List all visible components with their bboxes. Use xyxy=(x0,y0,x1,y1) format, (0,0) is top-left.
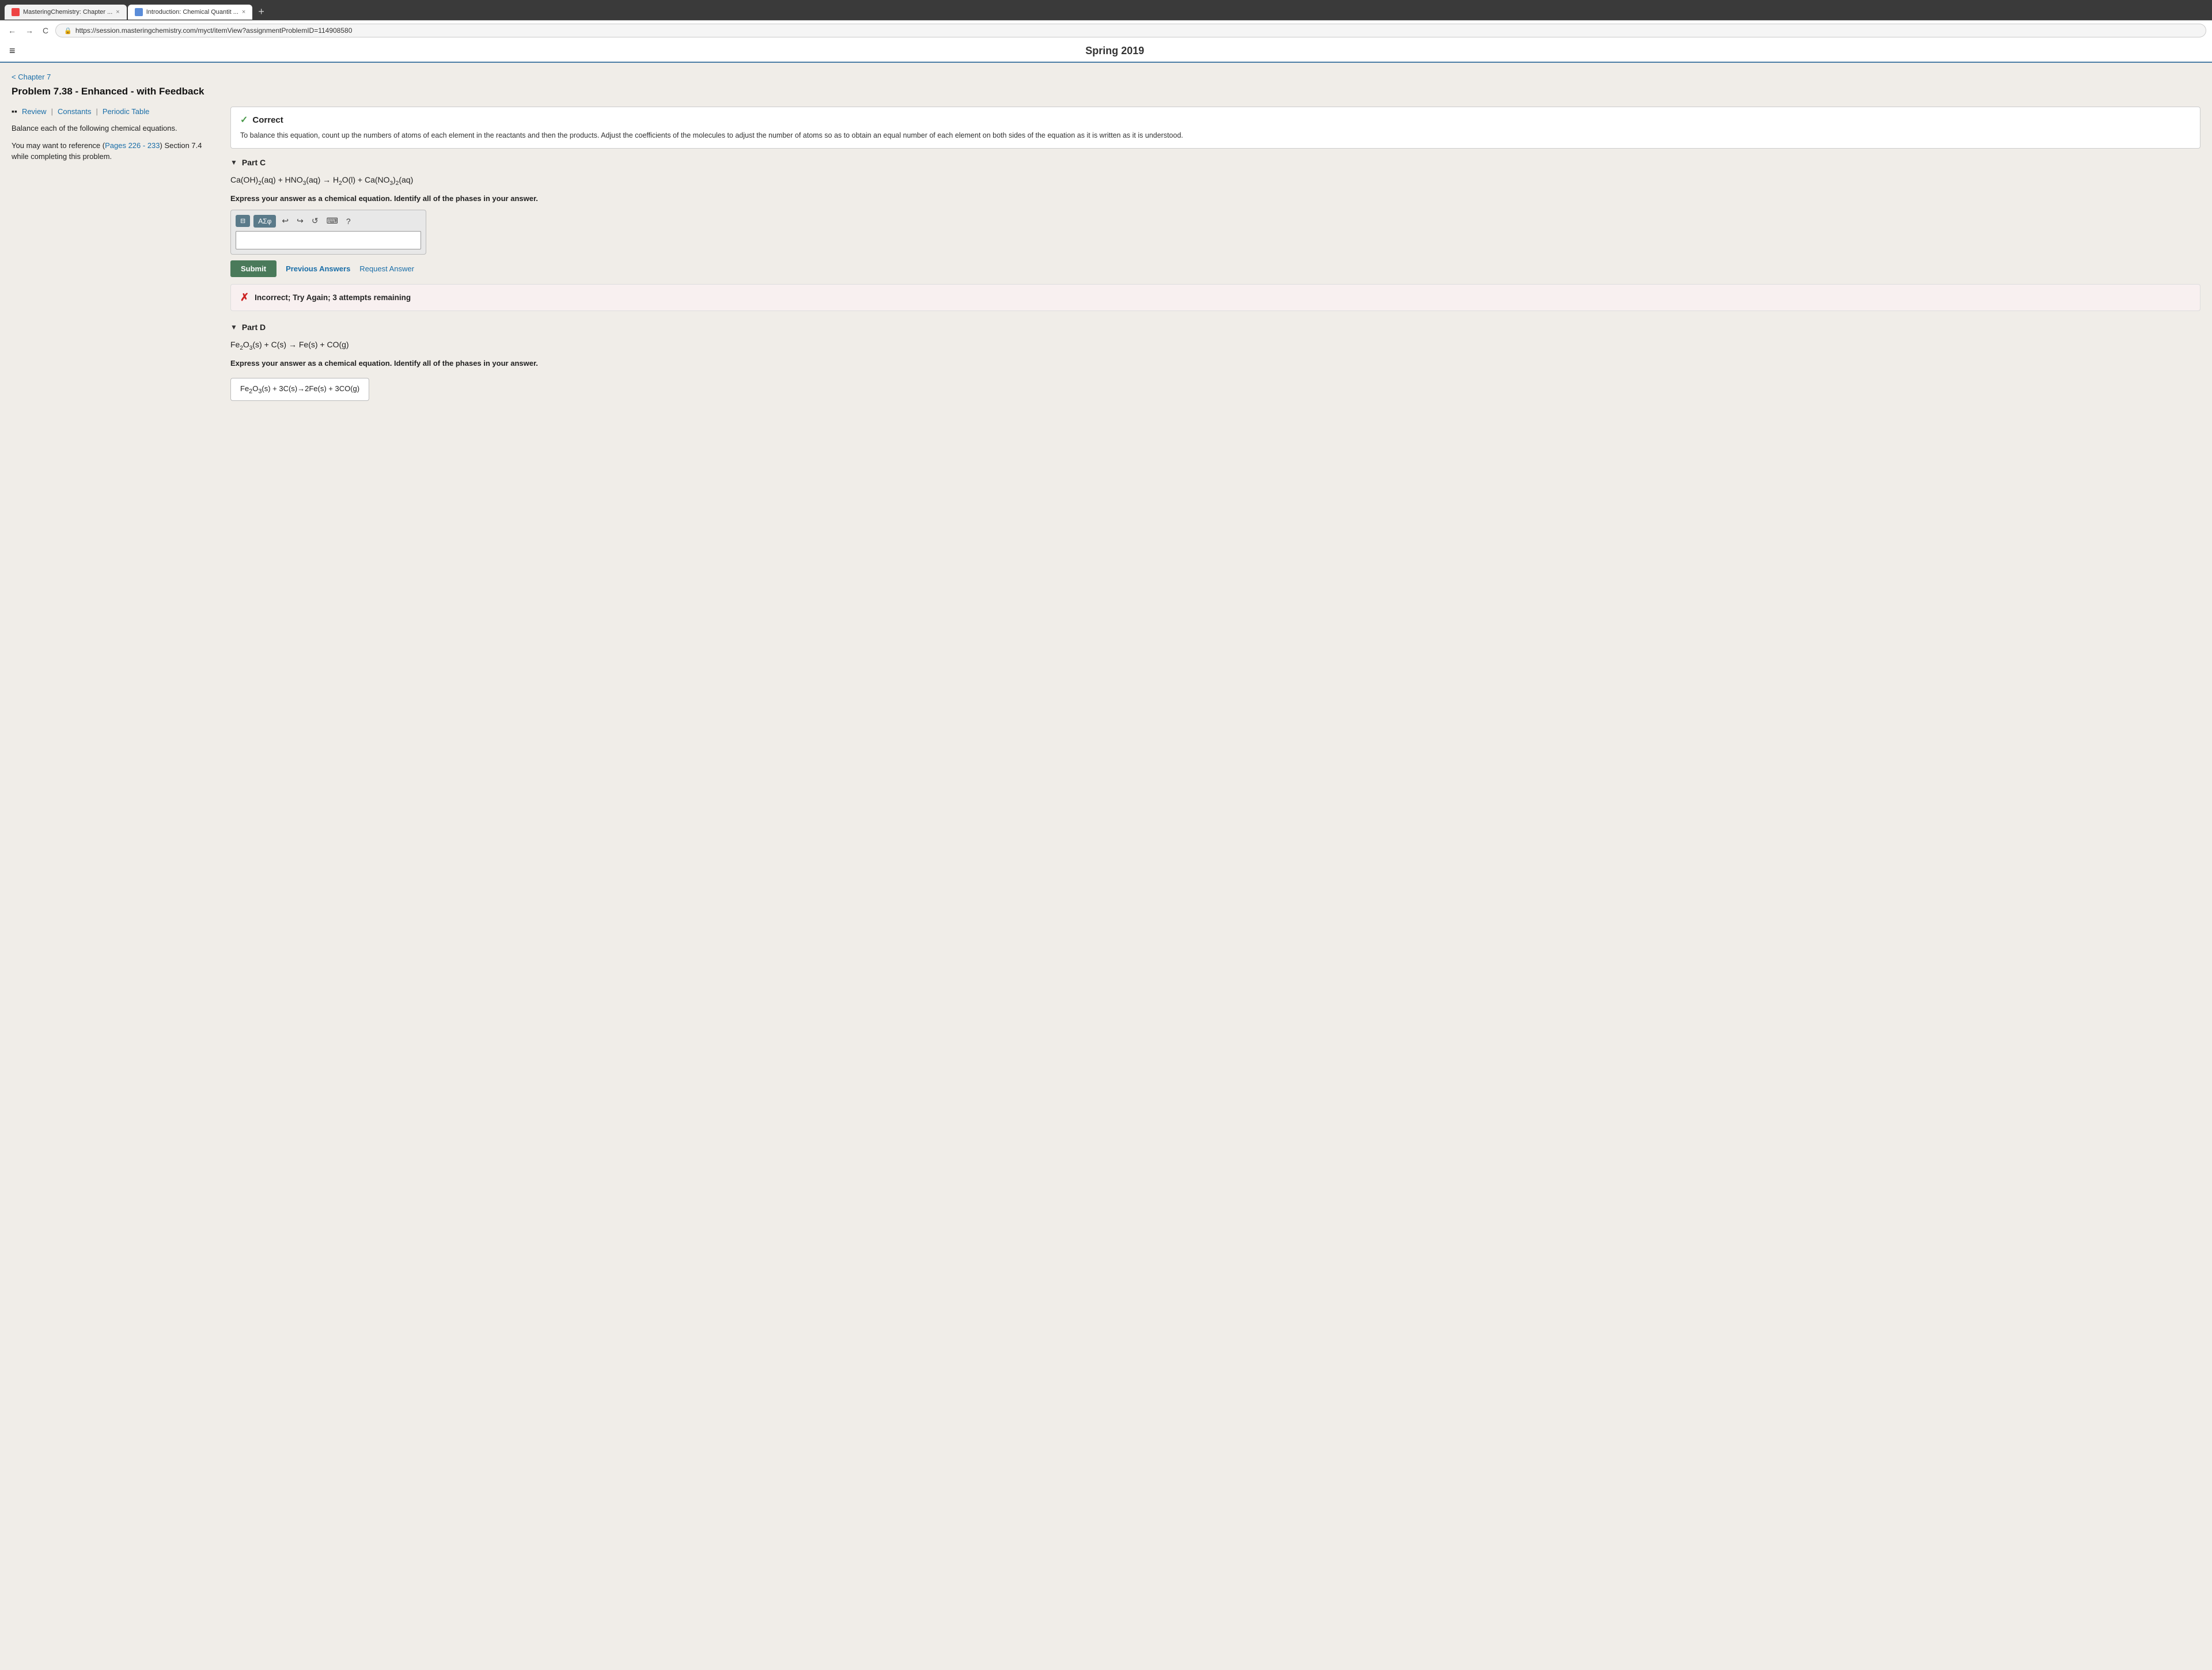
menu-bar: ≡ Spring 2019 xyxy=(0,40,2212,63)
sep2: | xyxy=(96,107,98,116)
part-d-arrow: ▼ xyxy=(230,323,237,331)
hamburger-menu[interactable]: ≡ xyxy=(9,45,16,57)
reset-button[interactable]: ↺ xyxy=(309,215,321,227)
part-d-answer-display: Fe2O3(s) + 3C(s)→2Fe(s) + 3CO(g) xyxy=(230,378,369,402)
tab-close-2[interactable]: × xyxy=(242,9,245,16)
submit-row: Submit Previous Answers Request Answer xyxy=(230,260,2200,277)
periodic-table-link[interactable]: Periodic Table xyxy=(103,107,149,116)
two-column-layout: ▪▪ Review | Constants | Periodic Table B… xyxy=(12,107,2200,412)
submit-button[interactable]: Submit xyxy=(230,260,276,277)
part-d-section: ▼ Part D Fe2O3(s) + C(s) → Fe(s) + CO(g)… xyxy=(230,323,2200,402)
correct-header: ✓ Correct xyxy=(240,114,2191,126)
reload-button[interactable]: C xyxy=(40,25,51,36)
chapter-link[interactable]: < Chapter 7 xyxy=(12,73,51,81)
new-tab-button[interactable]: + xyxy=(253,3,269,20)
part-c-express-text: Express your answer as a chemical equati… xyxy=(230,194,2200,204)
redo-button[interactable]: ↪ xyxy=(294,215,306,227)
tab-close-1[interactable]: × xyxy=(116,9,119,16)
keyboard-button[interactable]: ⌨ xyxy=(324,215,340,227)
tab-introduction-chemical[interactable]: Introduction: Chemical Quantit ... × xyxy=(128,5,253,20)
chem-input-container: ⊟ ΑΣφ ↩ ↪ ↺ ⌨ ? xyxy=(230,210,426,255)
part-c-equation: Ca(OH)2(aq) + HNO3(aq) → H2O(l) + Ca(NO3… xyxy=(230,173,2200,189)
incorrect-banner: ✗ Incorrect; Try Again; 3 attempts remai… xyxy=(230,284,2200,311)
browser-chrome: MasteringChemistry: Chapter ... × Introd… xyxy=(0,0,2212,40)
left-text-2: You may want to reference (Pages 226 - 2… xyxy=(12,140,219,162)
part-d-label: Part D xyxy=(242,323,266,332)
url-text: https://session.masteringchemistry.com/m… xyxy=(75,26,353,35)
help-button[interactable]: ? xyxy=(344,215,353,227)
tab-title-2: Introduction: Chemical Quantit ... xyxy=(146,9,238,16)
tab-title-1: MasteringChemistry: Chapter ... xyxy=(23,9,112,16)
page-ref-link[interactable]: Pages 226 - 233 xyxy=(105,141,160,150)
part-d-express-text: Express your answer as a chemical equati… xyxy=(230,358,2200,369)
site-title: Spring 2019 xyxy=(27,45,2203,57)
address-bar: ← → C 🔒 https://session.masteringchemist… xyxy=(0,20,2212,40)
part-c-header[interactable]: ▼ Part C xyxy=(230,158,2200,167)
page-content: < Chapter 7 Problem 7.38 - Enhanced - wi… xyxy=(0,63,2212,1670)
tab-mastering-chemistry[interactable]: MasteringChemistry: Chapter ... × xyxy=(5,5,127,20)
part-c-label: Part C xyxy=(242,158,266,167)
url-box[interactable]: 🔒 https://session.masteringchemistry.com… xyxy=(55,24,2206,37)
part-c-arrow: ▼ xyxy=(230,158,237,166)
problem-title: Problem 7.38 - Enhanced - with Feedback xyxy=(12,86,2200,97)
part-d-header[interactable]: ▼ Part D xyxy=(230,323,2200,332)
left-panel: ▪▪ Review | Constants | Periodic Table B… xyxy=(12,107,230,168)
correct-banner: ✓ Correct To balance this equation, coun… xyxy=(230,107,2200,149)
chem-input-field[interactable] xyxy=(236,231,421,249)
back-button[interactable]: ← xyxy=(6,25,18,36)
x-icon: ✗ xyxy=(240,291,249,304)
template-icon: ⊟ xyxy=(240,217,245,225)
undo-button[interactable]: ↩ xyxy=(279,215,291,227)
sep1: | xyxy=(51,107,53,116)
previous-answers-link[interactable]: Previous Answers xyxy=(286,264,350,273)
template-button[interactable]: ⊟ xyxy=(236,215,250,227)
right-panel: ✓ Correct To balance this equation, coun… xyxy=(230,107,2200,412)
constants-link[interactable]: Constants xyxy=(58,107,92,116)
review-link[interactable]: Review xyxy=(22,107,47,116)
tab-favicon-2 xyxy=(135,8,143,16)
left-text-1: Balance each of the following chemical e… xyxy=(12,123,219,134)
resources-bar: ▪▪ Review | Constants | Periodic Table xyxy=(12,107,219,116)
part-c-section: ▼ Part C Ca(OH)2(aq) + HNO3(aq) → H2O(l)… xyxy=(230,158,2200,311)
chem-toolbar: ⊟ ΑΣφ ↩ ↪ ↺ ⌨ ? xyxy=(236,215,421,228)
forward-button[interactable]: → xyxy=(23,25,36,36)
book-icon: ▪▪ xyxy=(12,107,17,116)
correct-label: Correct xyxy=(252,115,283,125)
lock-icon: 🔒 xyxy=(64,27,72,35)
tab-bar: MasteringChemistry: Chapter ... × Introd… xyxy=(0,0,2212,20)
part-d-equation: Fe2O3(s) + C(s) → Fe(s) + CO(g) xyxy=(230,338,2200,354)
symbol-button[interactable]: ΑΣφ xyxy=(253,215,276,228)
check-icon: ✓ xyxy=(240,114,248,126)
incorrect-text: Incorrect; Try Again; 3 attempts remaini… xyxy=(255,293,411,302)
tab-favicon-1 xyxy=(12,8,20,16)
correct-text: To balance this equation, count up the n… xyxy=(240,130,2191,141)
request-answer-link[interactable]: Request Answer xyxy=(359,264,414,273)
